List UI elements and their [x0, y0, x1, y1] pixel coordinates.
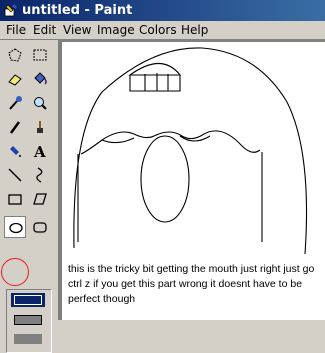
tool-rounded-rect[interactable] [29, 216, 51, 238]
fill-bucket-icon [34, 72, 47, 85]
tool-ellipse[interactable] [4, 216, 26, 238]
fill-option-outline-fill[interactable] [11, 313, 45, 327]
tool-color-picker[interactable] [4, 92, 26, 114]
rounded-rect-icon [33, 222, 47, 233]
menu-colors[interactable]: Colors [139, 22, 177, 38]
paint-app-icon [4, 4, 17, 17]
tool-airbrush[interactable] [4, 140, 26, 162]
rectangle-icon [8, 194, 22, 205]
text-icon: A [33, 143, 46, 159]
fill-option-outline[interactable] [11, 293, 45, 307]
color-picker-icon [9, 96, 22, 110]
menu-view[interactable]: View [63, 22, 91, 38]
rect-select-icon [33, 49, 47, 61]
drawing-canvas[interactable]: this is the tricky bit getting the mouth… [62, 42, 325, 320]
menu-bar: File Edit View Image Colors Help [0, 21, 325, 40]
line-icon [8, 168, 22, 182]
menu-edit[interactable]: Edit [33, 22, 56, 38]
fill-option-solid[interactable] [11, 332, 45, 346]
tool-eraser[interactable] [4, 68, 26, 90]
tool-fill[interactable] [29, 68, 51, 90]
tool-pencil[interactable] [4, 116, 26, 138]
toolbox: A [0, 40, 58, 353]
magnifier-icon [34, 97, 47, 110]
tool-brush[interactable] [29, 116, 51, 138]
tool-text[interactable]: A [29, 140, 51, 162]
free-select-icon [8, 48, 22, 62]
fill-style-options [6, 289, 52, 353]
airbrush-icon [10, 146, 21, 157]
window-title: untitled - Paint [22, 3, 133, 18]
menu-file[interactable]: File [6, 22, 26, 38]
curve-icon [36, 167, 43, 183]
brush-icon [37, 121, 43, 133]
tool-rectangle[interactable] [4, 188, 26, 210]
pencil-icon [9, 121, 21, 134]
tool-curve[interactable] [29, 164, 51, 186]
polygon-icon [33, 193, 47, 205]
tool-polygon[interactable] [29, 188, 51, 210]
canvas-caption-text: this is the tricky bit getting the mouth… [68, 263, 315, 305]
tool-magnifier[interactable] [29, 92, 51, 114]
selection-highlight-circle [1, 258, 29, 286]
title-bar[interactable]: untitled - Paint [0, 0, 325, 21]
svg-text:A: A [33, 143, 46, 159]
tool-free-select[interactable] [4, 44, 26, 66]
tool-rect-select[interactable] [29, 44, 51, 66]
ellipse-icon [9, 222, 23, 234]
eraser-icon [8, 74, 22, 86]
menu-help[interactable]: Help [181, 22, 208, 38]
tool-line[interactable] [4, 164, 26, 186]
menu-image[interactable]: Image [97, 22, 135, 38]
